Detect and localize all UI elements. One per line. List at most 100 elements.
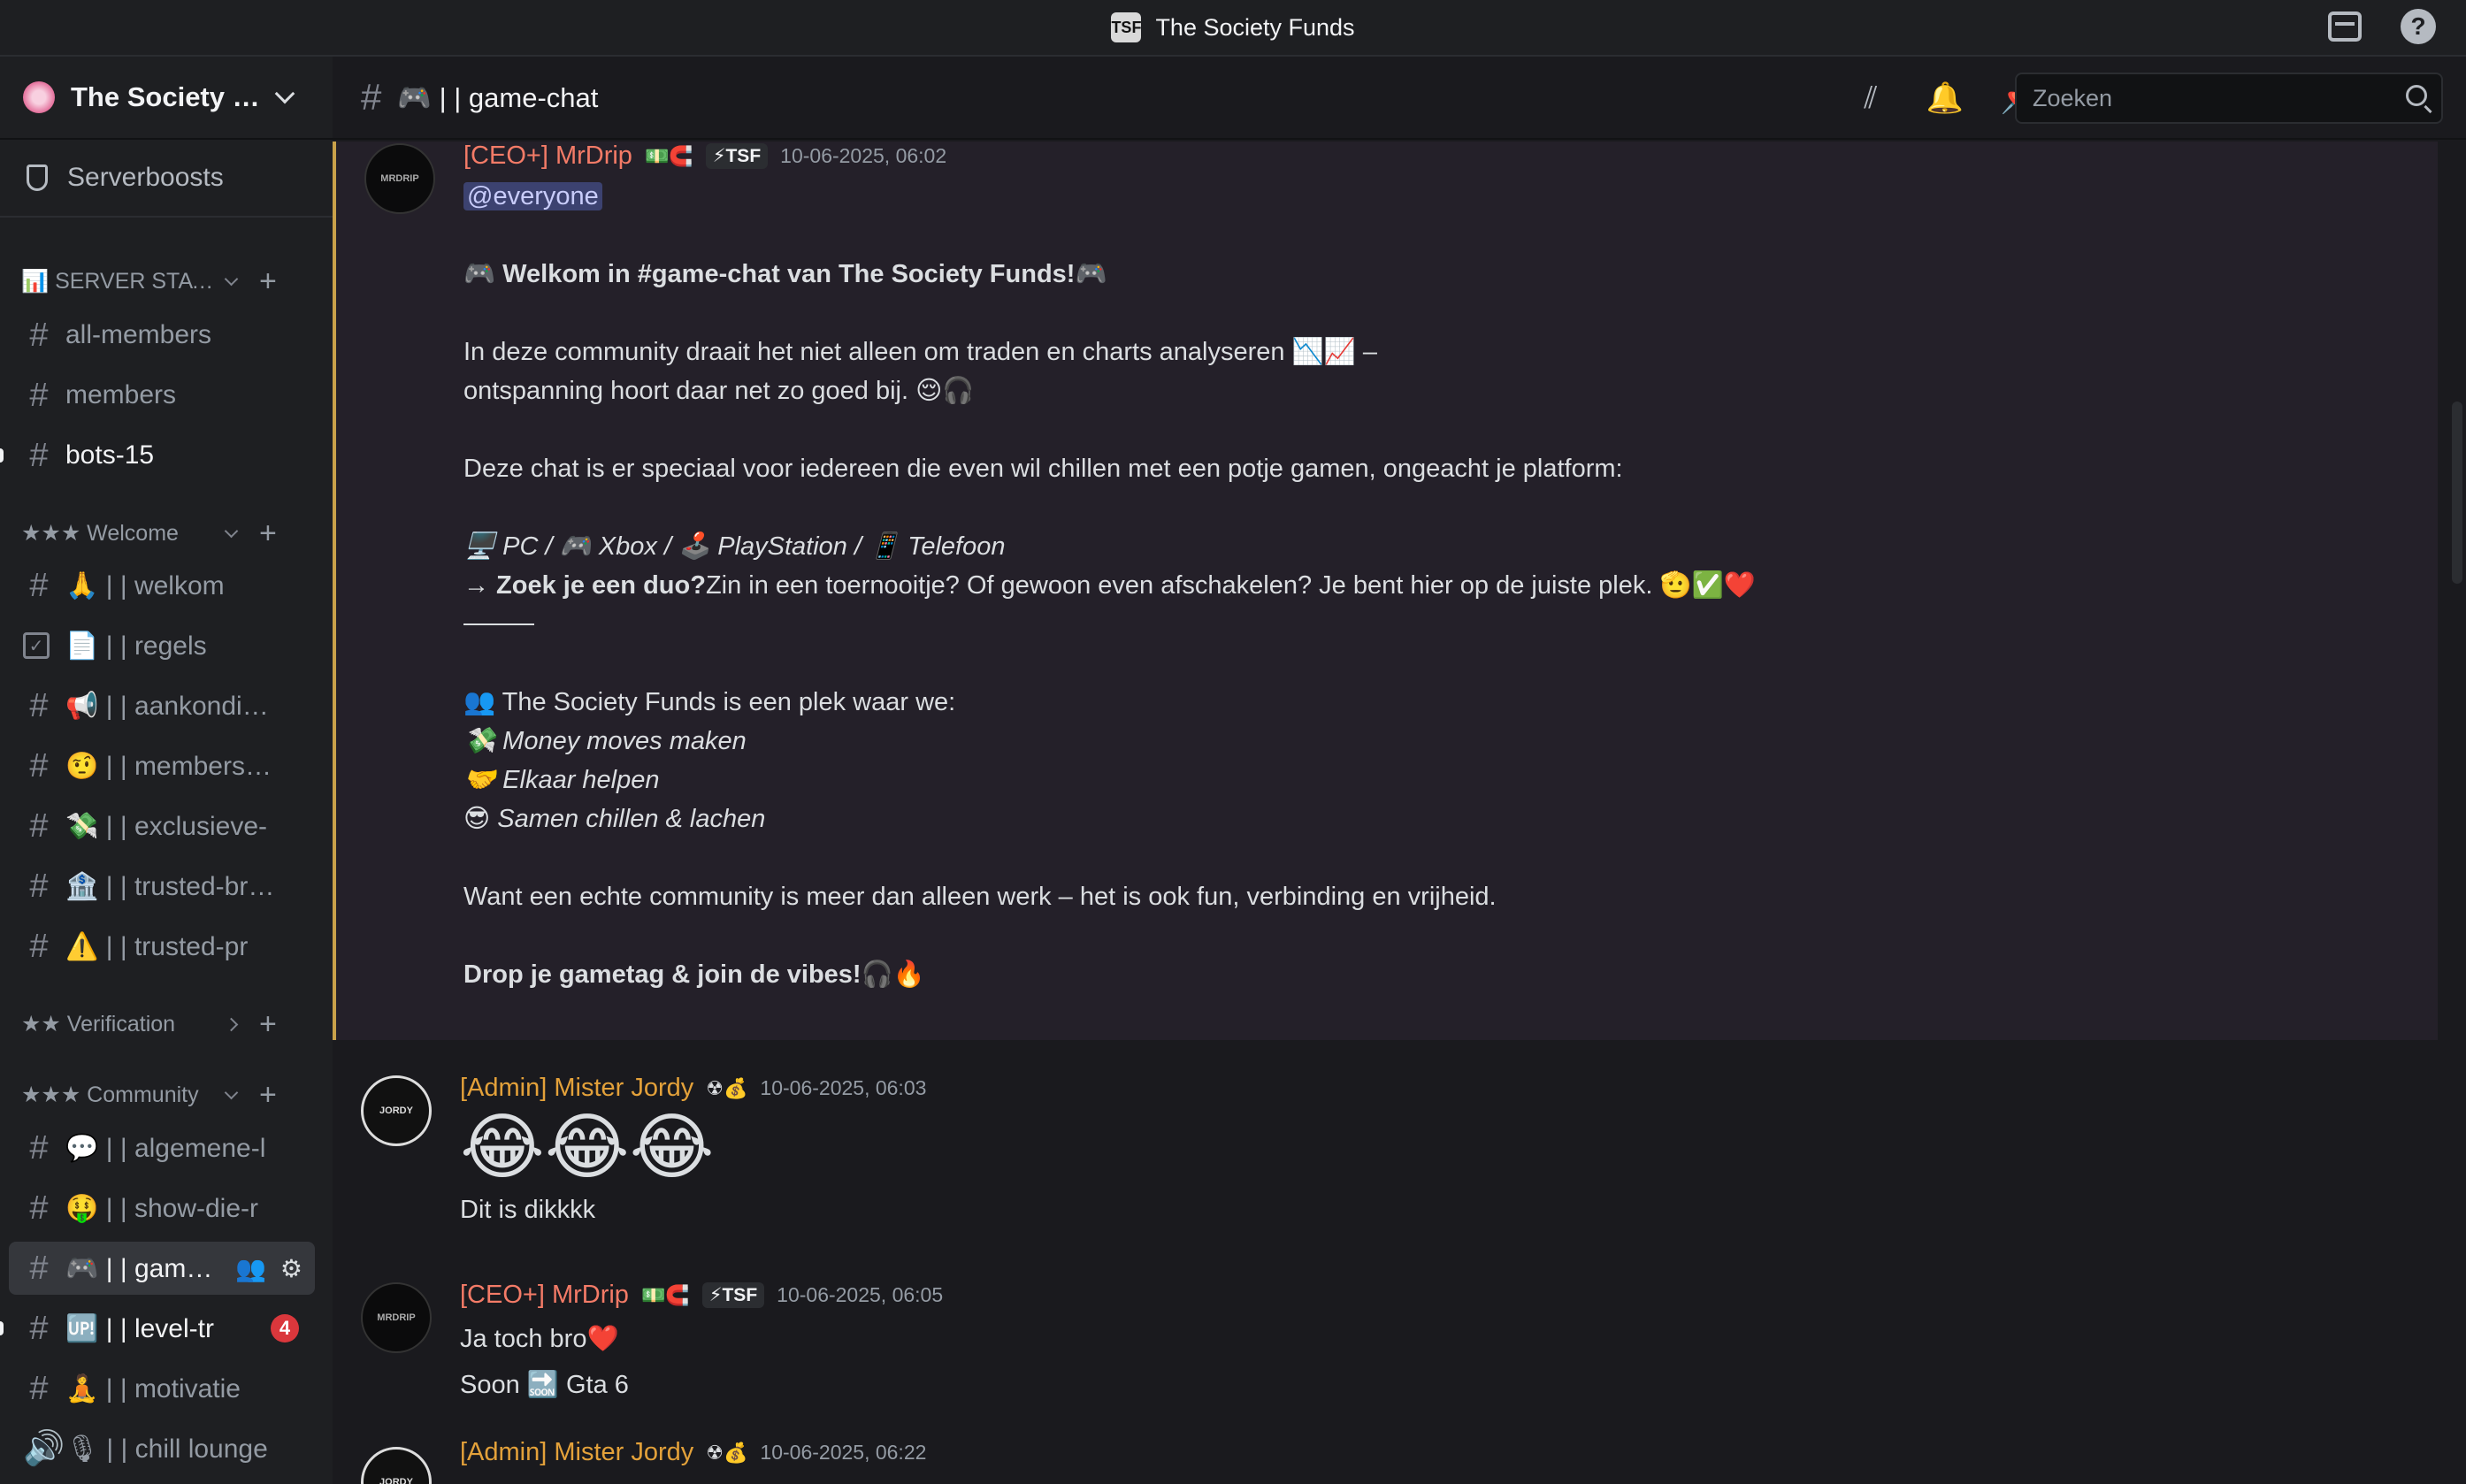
message-header: [CEO+] MrDrip 💵🧲 ⚡TSF 10-06-2025, 06:05 [460, 1281, 943, 1310]
hash-icon: # [361, 76, 382, 118]
help-icon[interactable]: ? [2401, 9, 2436, 44]
message-line: 💸 Money moves maken [463, 727, 747, 755]
hash-icon: # [29, 566, 49, 604]
hash-icon: # [29, 1249, 49, 1287]
channel-motivatie[interactable]: # 🧘 | | motivatie [9, 1362, 315, 1415]
avatar[interactable]: JORDY [361, 1447, 432, 1484]
message-header: [Admin] Mister Jordy ☢💰 10-06-2025, 06:2… [460, 1438, 926, 1467]
avatar[interactable]: JORDY [361, 1075, 432, 1146]
message-header: [CEO+] MrDrip 💵🧲 ⚡TSF 10-06-2025, 06:02 [463, 142, 946, 171]
window-title-text: The Society Funds [1155, 13, 1355, 41]
hash-icon: # [29, 807, 49, 845]
mention-everyone[interactable]: @everyone [463, 182, 602, 210]
channel-game-chat[interactable]: # 🎮 | | game-chat 👥 ⚙ [9, 1242, 315, 1295]
window-title: TSF The Society Funds [1111, 12, 1355, 42]
message-line: Zin in een toernooitje? Of gewoon even a… [705, 571, 1756, 600]
avatar[interactable]: MRDRIP [364, 143, 435, 214]
server-header[interactable]: The Society Funds [0, 57, 333, 140]
channel-label: members [65, 380, 177, 409]
add-channel-icon[interactable]: + [259, 518, 277, 548]
category-welcome[interactable]: ★★★ Welcome + [0, 516, 333, 551]
hash-icon: # [29, 316, 49, 354]
message-item: MRDRIP [CEO+] MrDrip 💵🧲 ⚡TSF 10-06-2025,… [333, 142, 2438, 1040]
chevron-down-icon [224, 272, 239, 286]
avatar[interactable]: MRDRIP [361, 1282, 432, 1353]
channel-label: ⚠️ | | trusted-pr [65, 931, 249, 961]
message-line: Deze chat is er speciaal voor iedereen d… [463, 455, 1623, 483]
message-line: Ja toch bro❤️ [460, 1325, 619, 1353]
channel-show-die[interactable]: # 🤑 | | show-die-r [9, 1182, 315, 1235]
message-item: JORDY [Admin] Mister Jordy ☢💰 10-06-2025… [333, 1074, 2438, 1251]
inbox-icon[interactable] [2328, 11, 2362, 42]
message-line: 🎮 Welkom in #game-chat van The Society F… [463, 260, 1107, 288]
channel-sidebar: The Society Funds Serverboosts 📊 SERVER … [0, 57, 333, 1484]
chevron-down-icon [224, 1085, 239, 1099]
add-member-icon[interactable]: 👥 [235, 1254, 266, 1283]
message-line: Drop je gametag & join de vibes!🎧🔥 [463, 960, 925, 989]
channel-level[interactable]: # 🆙 | | level-tr 4 [0, 1302, 315, 1355]
channel-label: 📢 | | aankondigingen [65, 691, 278, 721]
channel-header: # 🎮 | | game-chat ⫽ 🔔 📌 👥 Zoeken [333, 57, 2466, 140]
message-line: Dit is dikkkk [460, 1196, 596, 1224]
message-body: @everyone 🎮 Welkom in #game-chat van The… [463, 177, 1756, 994]
channel-algemene[interactable]: # 💬 | | algemene-l [9, 1121, 315, 1174]
category-verification[interactable]: ★★ Verification + [0, 1006, 333, 1042]
channel-label: bots-15 [65, 440, 155, 470]
message-header: [Admin] Mister Jordy ☢💰 10-06-2025, 06:0… [460, 1074, 926, 1103]
author-name[interactable]: [Admin] Mister Jordy [460, 1074, 693, 1103]
author-name[interactable]: [CEO+] MrDrip [460, 1281, 629, 1310]
scrollbar-thumb[interactable] [2452, 402, 2462, 584]
threads-icon[interactable]: ⫽ [1852, 80, 1889, 117]
channel-chill-lounge[interactable]: 🔊 🎙 | | chill lounge [9, 1422, 315, 1475]
message-item: MRDRIP [CEO+] MrDrip 💵🧲 ⚡TSF 10-06-2025,… [333, 1281, 2438, 1413]
server-boosts-label: Serverboosts [67, 163, 224, 192]
add-channel-icon[interactable]: + [259, 1080, 277, 1110]
channel-label: 🤑 | | show-die-r [65, 1193, 258, 1223]
message-line: 🖥️ PC / 🎮 Xbox / 🕹️ PlayStation / 📱 Tele… [463, 532, 1006, 561]
message-body: Ja toch bro❤️ Soon 🔜 Gta 6 [460, 1316, 629, 1408]
message-line: 😎 Samen chillen & lachen [463, 805, 766, 833]
server-tag[interactable]: ⚡TSF [701, 1282, 765, 1308]
message-line-bold: → Zoek je een duo? [463, 571, 706, 600]
hash-icon: # [29, 746, 49, 784]
category-community[interactable]: ★★★ Community + [0, 1077, 333, 1113]
emoji-line: 😂😂😂 [460, 1107, 715, 1188]
channel-label: 🙏 | | welkom [65, 570, 225, 600]
hash-icon: # [29, 1189, 49, 1227]
channel-label: 🏦 | | trusted-brokers [65, 871, 278, 901]
message-line: 🤝 Elkaar helpen [463, 766, 660, 794]
message-body: 😂😂😂 Dit is dikkkk [460, 1105, 714, 1229]
add-channel-icon[interactable]: + [259, 266, 277, 296]
search-input[interactable]: Zoeken [2015, 73, 2443, 124]
channel-label: all-members [65, 320, 212, 349]
channel-members[interactable]: # members [9, 369, 315, 422]
server-tag[interactable]: ⚡TSF [705, 143, 769, 169]
chevron-down-icon [224, 524, 239, 538]
message-line: In deze community draait het niet alleen… [463, 338, 1377, 366]
channel-trusted-brokers[interactable]: # 🏦 | | trusted-brokers [9, 860, 315, 913]
channel-all-members[interactable]: # all-members [9, 309, 315, 362]
channel-label: 📄 | | regels [65, 631, 207, 661]
channel-exclusieve[interactable]: # 💸 | | exclusieve- [9, 799, 315, 853]
message-line: ontspanning hoort daar net zo goed bij. … [463, 377, 975, 405]
main-chat: # 🎮 | | game-chat ⫽ 🔔 📌 👥 Zoeken MRDRIP … [333, 57, 2466, 1484]
channel-membership[interactable]: # 🤨 | | membership [9, 739, 315, 792]
channel-regels[interactable]: ✓ 📄 | | regels [9, 619, 315, 672]
channel-bots[interactable]: # bots-15 [0, 429, 315, 482]
channel-aankondigingen[interactable]: # 📢 | | aankondigingen [9, 679, 315, 732]
hash-icon: # [29, 867, 49, 905]
channel-trusted-pr[interactable]: # ⚠️ | | trusted-pr [9, 920, 315, 973]
server-boosts-link[interactable]: Serverboosts [0, 140, 333, 218]
hash-icon: # [29, 436, 49, 474]
category-server-stats[interactable]: 📊 SERVER STATS 📊 + [0, 264, 333, 299]
gear-icon[interactable]: ⚙ [280, 1254, 303, 1283]
channel-label: 💸 | | exclusieve- [65, 811, 268, 841]
hash-icon: # [29, 686, 49, 724]
message-line: Soon 🔜 Gta 6 [460, 1371, 629, 1399]
timestamp: 10-06-2025, 06:03 [760, 1076, 927, 1099]
author-name[interactable]: [Admin] Mister Jordy [460, 1438, 693, 1467]
channel-welkom[interactable]: # 🙏 | | welkom [9, 559, 315, 612]
author-name[interactable]: [CEO+] MrDrip [463, 142, 632, 171]
bell-icon[interactable]: 🔔 [1926, 80, 1964, 117]
add-channel-icon[interactable]: + [259, 1009, 277, 1039]
